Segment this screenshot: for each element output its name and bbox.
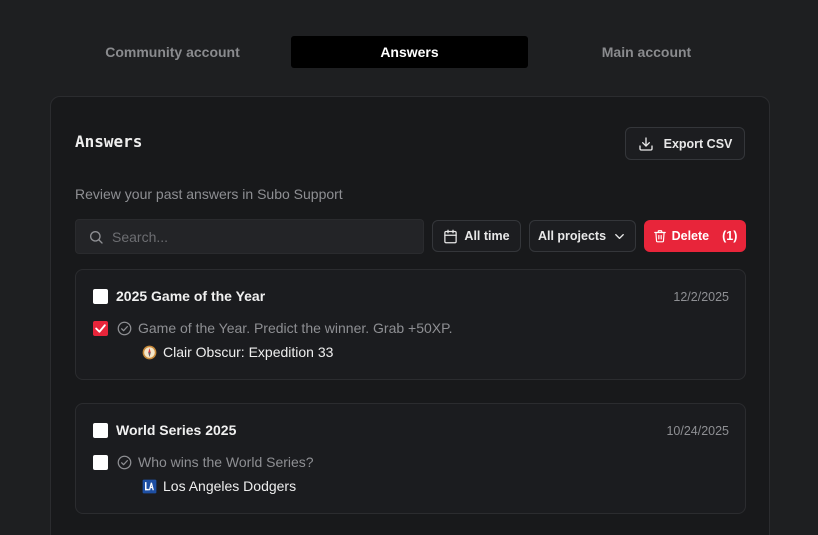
compass-emoji-icon xyxy=(142,345,157,360)
delete-count: (1) xyxy=(722,229,738,243)
answer-select-checkbox[interactable] xyxy=(93,455,108,470)
tab-community-account[interactable]: Community account xyxy=(54,36,291,68)
tab-main-account[interactable]: Main account xyxy=(528,36,765,68)
answer-card: World Series 2025 10/24/2025 Who wins th… xyxy=(75,403,746,514)
card-title: World Series 2025 xyxy=(116,422,237,438)
dodgers-logo-icon xyxy=(142,479,157,494)
search-input[interactable] xyxy=(112,228,412,245)
time-filter-button[interactable]: All time xyxy=(432,220,521,252)
card-date: 10/24/2025 xyxy=(666,424,729,438)
circle-check-icon xyxy=(117,321,132,336)
projects-filter-dropdown[interactable]: All projects xyxy=(529,220,636,252)
answer-select-checkbox[interactable] xyxy=(93,321,108,336)
export-csv-label: Export CSV xyxy=(663,136,733,151)
card-date: 12/2/2025 xyxy=(673,290,729,304)
search-box xyxy=(75,219,424,254)
panel-subtitle: Review your past answers in Subo Support xyxy=(75,186,343,202)
time-filter-label: All time xyxy=(464,229,510,243)
delete-label: Delete xyxy=(671,229,710,243)
panel-title: Answers xyxy=(75,132,143,151)
download-icon xyxy=(638,136,653,151)
export-csv-button[interactable]: Export CSV xyxy=(625,127,745,160)
answer-card: 2025 Game of the Year 12/2/2025 Game of … xyxy=(75,269,746,380)
answer-text: Los Angeles Dodgers xyxy=(163,478,297,494)
calendar-icon xyxy=(444,229,458,243)
projects-filter-label: All projects xyxy=(537,229,607,243)
account-tabs: Community account Answers Main account xyxy=(54,36,765,68)
trash-icon xyxy=(653,230,666,243)
answer-text: Clair Obscur: Expedition 33 xyxy=(163,344,334,360)
chevron-down-icon xyxy=(615,233,624,239)
question-text: Who wins the World Series? xyxy=(138,454,314,470)
circle-check-icon xyxy=(117,455,132,470)
card-select-checkbox[interactable] xyxy=(93,423,108,438)
card-title: 2025 Game of the Year xyxy=(116,288,266,304)
answers-panel: Answers Export CSV Review your past answ… xyxy=(50,96,770,535)
question-text: Game of the Year. Predict the winner. Gr… xyxy=(138,320,453,336)
tab-answers[interactable]: Answers xyxy=(291,36,528,68)
search-icon xyxy=(90,230,103,244)
checkmark-icon xyxy=(95,324,106,333)
card-select-checkbox[interactable] xyxy=(93,289,108,304)
delete-button[interactable]: Delete (1) xyxy=(644,220,746,252)
